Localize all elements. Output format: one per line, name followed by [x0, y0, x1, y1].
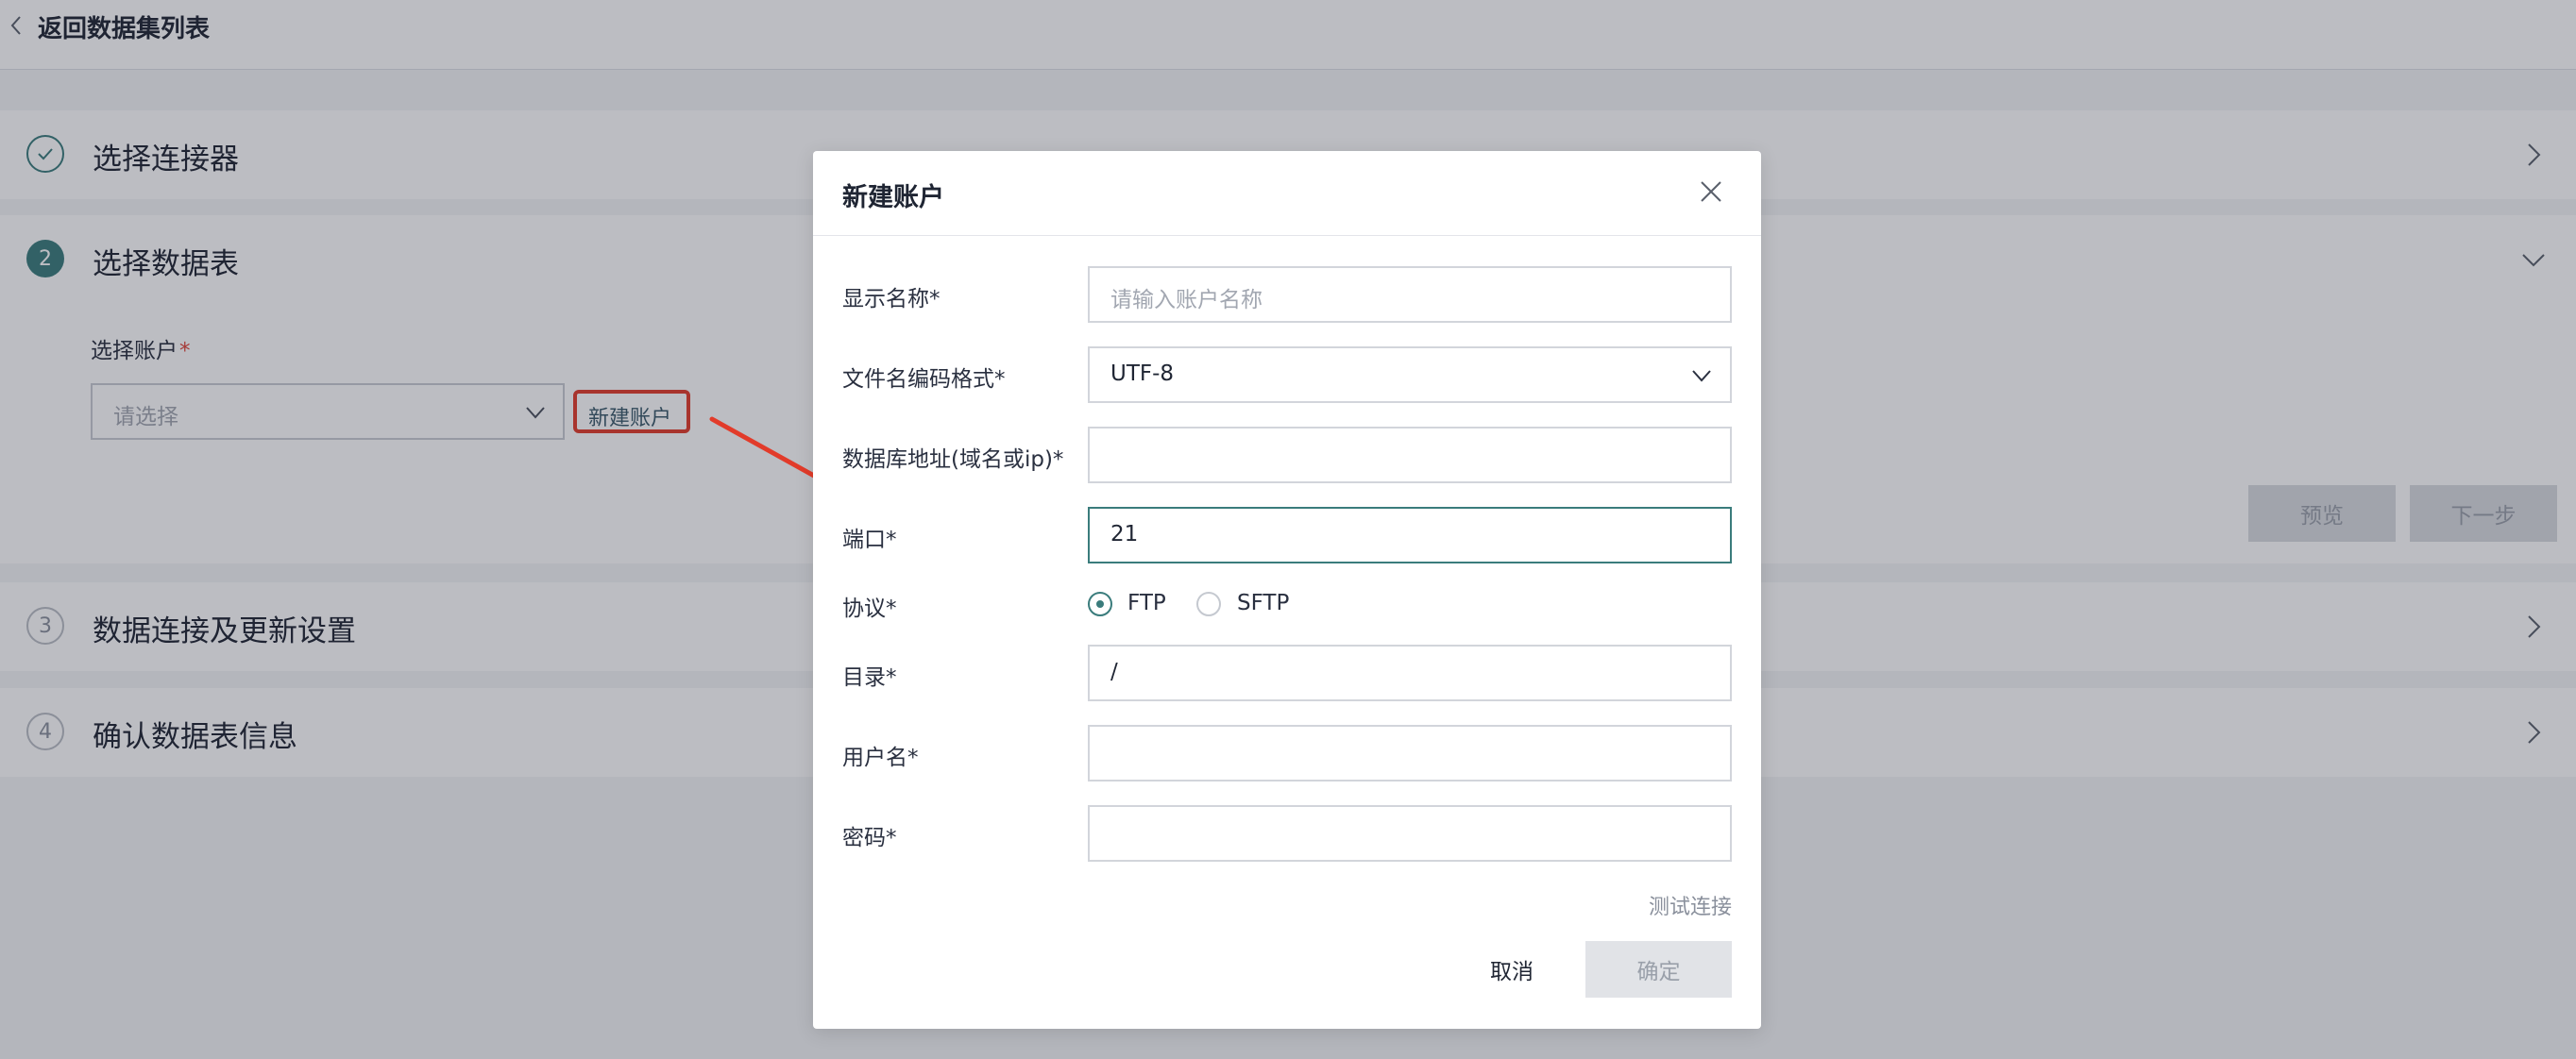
encoding-label: 文件名编码格式* [842, 367, 1006, 392]
host-input[interactable] [1088, 427, 1732, 483]
protocol-sftp-radio[interactable] [1196, 592, 1221, 616]
dialog-title: 新建账户 [842, 183, 944, 212]
directory-label: 目录* [842, 665, 897, 690]
confirm-button[interactable]: 确定 [1585, 941, 1732, 998]
close-icon[interactable] [1699, 179, 1723, 204]
protocol-ftp-label[interactable]: FTP [1127, 591, 1166, 615]
display-name-placeholder: 请输入账户名称 [1110, 288, 1263, 312]
port-value: 21 [1110, 522, 1139, 546]
password-label: 密码* [842, 826, 897, 850]
protocol-label: 协议* [842, 597, 897, 621]
display-name-input[interactable]: 请输入账户名称 [1088, 266, 1732, 323]
new-account-dialog: 新建账户 显示名称* 请输入账户名称 文件名编码格式* UTF-8 数据库地址(… [813, 151, 1761, 1029]
display-name-label: 显示名称* [842, 287, 941, 311]
encoding-select[interactable]: UTF-8 [1088, 346, 1732, 403]
port-label: 端口* [842, 528, 897, 552]
encoding-value: UTF-8 [1110, 361, 1175, 386]
username-label: 用户名* [842, 746, 919, 770]
protocol-sftp-label[interactable]: SFTP [1237, 591, 1289, 615]
dialog-divider [813, 235, 1761, 236]
protocol-ftp-radio[interactable] [1088, 592, 1112, 616]
directory-input[interactable]: / [1088, 645, 1732, 701]
test-connection-link[interactable]: 测试连接 [1649, 890, 1732, 920]
directory-value: / [1110, 660, 1118, 684]
port-input[interactable]: 21 [1088, 507, 1732, 563]
chevron-down-icon [1692, 370, 1711, 382]
username-input[interactable] [1088, 725, 1732, 782]
host-label: 数据库地址(域名或ip)* [842, 447, 1064, 472]
cancel-button[interactable]: 取消 [1455, 941, 1568, 998]
password-input[interactable] [1088, 805, 1732, 862]
